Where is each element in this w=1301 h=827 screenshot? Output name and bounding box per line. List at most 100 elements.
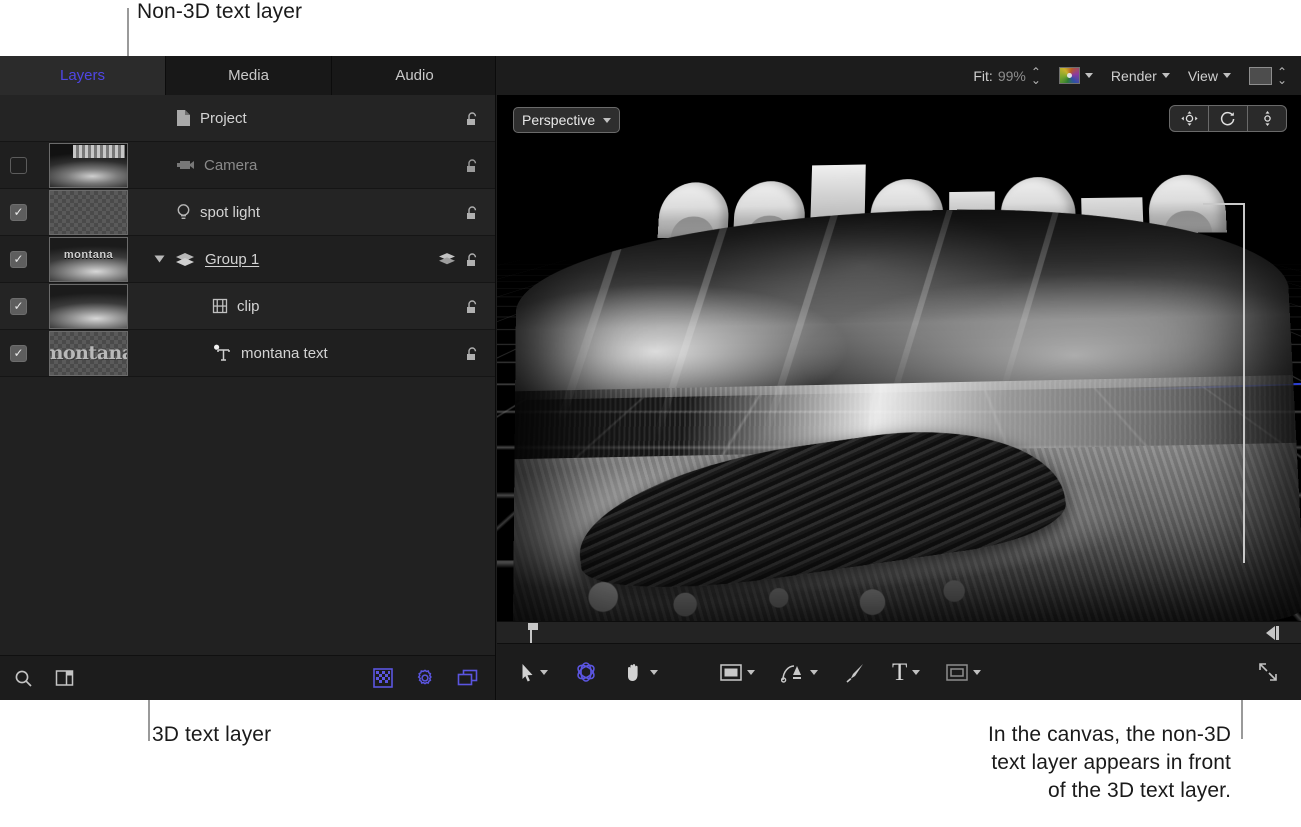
- layer-name-cell[interactable]: Project: [140, 109, 465, 127]
- chevron-down-icon[interactable]: [650, 669, 658, 675]
- layers-toolbar-right-group: [373, 668, 495, 688]
- chevron-down-icon[interactable]: [912, 669, 921, 675]
- layer-name: spot light: [200, 203, 261, 221]
- chevron-down-icon[interactable]: [810, 669, 818, 675]
- playhead-marker[interactable]: [527, 623, 539, 643]
- zoom-fit-control[interactable]: Fit: 99% ⌃ ⌄: [973, 66, 1041, 86]
- chevron-down-icon[interactable]: [1084, 73, 1093, 78]
- 3d-transform-tool[interactable]: [574, 660, 598, 684]
- bezier-pen-tool[interactable]: [781, 662, 818, 683]
- table-row[interactable]: ✓ montana montana text: [0, 330, 495, 377]
- 3d-text-icon: [212, 344, 232, 362]
- color-swatch-control[interactable]: [1058, 67, 1093, 84]
- montana-text-thumbnail: montana: [49, 330, 128, 376]
- 3d-viewport[interactable]: Perspective: [497, 95, 1301, 644]
- layer-visibility-checkbox[interactable]: [10, 156, 27, 174]
- shape-rectangle-tool[interactable]: [720, 663, 755, 681]
- search-icon[interactable]: [14, 669, 33, 688]
- annotation-canvas-explanation: In the canvas, the non-3D text layer app…: [988, 723, 1231, 802]
- unlocked-padlock-icon[interactable]: [465, 158, 481, 173]
- unlocked-padlock-icon[interactable]: [465, 205, 481, 220]
- show-hide-pane-icon[interactable]: [55, 669, 74, 687]
- layer-right-cell: [465, 158, 495, 173]
- tab-layers[interactable]: Layers: [0, 56, 166, 95]
- camera-view-popup[interactable]: Perspective: [513, 107, 621, 133]
- clip-thumbnail: [49, 283, 128, 329]
- table-row[interactable]: Project: [0, 95, 495, 142]
- layer-visibility-checkbox[interactable]: ✓: [10, 203, 27, 221]
- paint-stroke-tool[interactable]: [844, 662, 866, 683]
- checkerboard-transparency-icon[interactable]: [373, 668, 393, 688]
- chevron-down-icon[interactable]: [973, 669, 982, 675]
- chevron-down-icon[interactable]: [540, 669, 548, 675]
- mask-tool[interactable]: [946, 663, 982, 681]
- tab-audio[interactable]: Audio: [332, 56, 498, 95]
- view-menu-label: View: [1187, 67, 1218, 84]
- layer-enable-cell: ✓: [0, 344, 37, 362]
- chevron-down-icon[interactable]: [1222, 73, 1231, 78]
- view-menu[interactable]: View: [1188, 68, 1231, 84]
- layer-thumbnail-cell: [37, 189, 140, 235]
- group-3d-icon: [174, 251, 196, 267]
- motion-application-window: Layers Media Audio Project Camera ✓ spot…: [0, 56, 1301, 700]
- pan-hand-tool[interactable]: [624, 662, 658, 683]
- unlocked-padlock-icon[interactable]: [465, 111, 481, 126]
- table-row[interactable]: Camera: [0, 142, 495, 189]
- layer-name-cell[interactable]: montana text: [140, 344, 465, 362]
- table-row[interactable]: ✓ spot light: [0, 189, 495, 236]
- layer-name: Project: [200, 109, 247, 127]
- annotation-non3d-text-layer: Non-3D text layer: [137, 0, 303, 23]
- canvas-panel: Fit: 99% ⌃ ⌄ Render View ⌃ ⌄ Perspective…: [497, 56, 1301, 700]
- chevron-down-icon[interactable]: [1161, 73, 1170, 78]
- orbit-3d-view-icon[interactable]: [1209, 106, 1248, 131]
- unlocked-padlock-icon[interactable]: [465, 299, 481, 314]
- tab-media[interactable]: Media: [166, 56, 332, 95]
- background-color-swatch: [1248, 66, 1272, 85]
- text-tool[interactable]: T: [892, 658, 921, 686]
- tab-audio-label: Audio: [395, 67, 434, 84]
- text-tool-glyph: T: [892, 658, 908, 686]
- layers-toolbar-left-group: [0, 669, 74, 688]
- out-point-marker[interactable]: [1266, 626, 1275, 640]
- gear-icon[interactable]: [415, 668, 435, 688]
- photo-vignette: [513, 203, 1301, 638]
- layer-name-cell[interactable]: Camera: [140, 157, 465, 174]
- dolly-3d-view-icon[interactable]: [1248, 106, 1286, 131]
- layer-enable-cell: ✓: [0, 250, 37, 268]
- zoom-stepper-icon[interactable]: ⌃ ⌄: [1031, 66, 1041, 86]
- render-menu[interactable]: Render: [1111, 68, 1170, 84]
- layer-name-cell[interactable]: spot light: [140, 203, 465, 222]
- layer-visibility-checkbox[interactable]: ✓: [10, 297, 27, 315]
- zoom-fit-label: Fit:: [973, 67, 993, 84]
- 3d-group-badge-icon[interactable]: [438, 252, 456, 266]
- layer-right-cell: [465, 299, 495, 314]
- layers-stack-icon[interactable]: [457, 669, 479, 687]
- canvas-tools-resize-group: [1257, 661, 1301, 683]
- color-gradient-swatch: [1058, 67, 1080, 84]
- selection-arrow-tool[interactable]: [521, 663, 548, 682]
- camera-view-label: Perspective: [522, 112, 596, 128]
- table-row[interactable]: ✓ clip: [0, 283, 495, 330]
- layer-list[interactable]: Project Camera ✓ spot light ✓ montana Gr…: [0, 95, 495, 656]
- background-stepper-icon[interactable]: ⌃ ⌄: [1277, 66, 1287, 86]
- layer-visibility-checkbox[interactable]: ✓: [10, 250, 27, 268]
- layer-name-cell[interactable]: Group 1: [140, 251, 438, 268]
- layer-name: montana text: [241, 344, 328, 362]
- layer-right-cell: [465, 346, 495, 361]
- layer-right-cell: [438, 252, 495, 267]
- unlocked-padlock-icon[interactable]: [465, 346, 481, 361]
- chevron-down-icon[interactable]: [154, 255, 165, 263]
- background-swatch-control[interactable]: ⌃ ⌄: [1248, 66, 1287, 86]
- layer-name-cell[interactable]: clip: [140, 298, 465, 315]
- resize-canvas-icon[interactable]: [1257, 661, 1279, 683]
- thumbnail-text-label: montana: [63, 248, 114, 261]
- chevron-down-icon[interactable]: [603, 117, 612, 123]
- chevron-down-icon[interactable]: [747, 669, 755, 675]
- canvas-scrubber[interactable]: [497, 621, 1301, 644]
- clip-image-plane[interactable]: [512, 203, 1301, 639]
- table-row[interactable]: ✓ montana Group 1: [0, 236, 495, 283]
- pan-3d-view-icon[interactable]: [1170, 106, 1209, 131]
- layer-visibility-checkbox[interactable]: ✓: [10, 344, 27, 362]
- unlocked-padlock-icon[interactable]: [465, 252, 481, 267]
- camera-icon: [176, 158, 195, 172]
